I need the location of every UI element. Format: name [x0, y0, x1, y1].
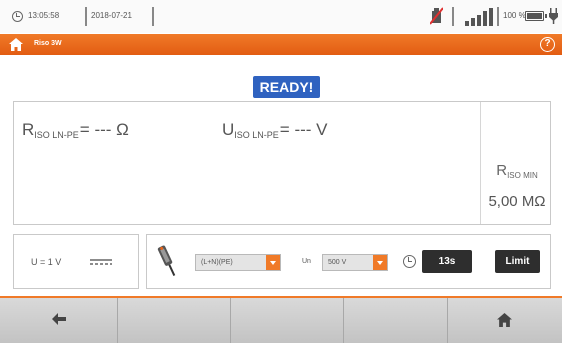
title-bar: Riso 3W ? — [0, 34, 562, 55]
clock-icon — [12, 11, 23, 22]
status-date: 2018-07-21 — [91, 11, 132, 20]
settings-panel: (L+N)(PE) Un 500 V 13s Limit — [146, 234, 551, 289]
riso-reading: RISO LN-PE= --- Ω — [22, 120, 129, 140]
panel-divider — [480, 102, 481, 224]
charging-plug-icon — [549, 8, 558, 24]
uiso-symbol: U — [222, 120, 235, 139]
riso-value: = --- Ω — [79, 120, 129, 139]
nav-button-4[interactable] — [344, 298, 448, 343]
riso-min-value: 5,00 MΩ — [488, 193, 546, 210]
back-button[interactable] — [0, 298, 118, 343]
home-icon[interactable] — [9, 38, 23, 51]
uiso-subscript: ISO LN-PE — [234, 130, 279, 140]
chevron-down-icon — [373, 255, 387, 270]
bottom-nav — [0, 298, 562, 343]
status-bar: 13:05:58 2018-07-21 100 % — [0, 0, 562, 33]
home-button[interactable] — [448, 298, 562, 343]
status-divider — [85, 7, 87, 26]
uiso-reading: UISO LN-PE= --- V — [222, 120, 328, 140]
back-arrow-icon — [52, 313, 66, 325]
un-voltage-value: 500 V — [328, 259, 347, 266]
connection-mode-select[interactable]: (L+N)(PE) — [195, 254, 281, 271]
status-time: 13:05:58 — [28, 11, 60, 20]
status-divider — [497, 7, 499, 26]
page-title: Riso 3W — [34, 40, 62, 47]
usb-disconnected-icon — [430, 7, 443, 25]
riso-min-symbol: R — [496, 162, 508, 179]
signal-strength-icon — [465, 8, 493, 26]
battery-percent: 100 % — [503, 11, 526, 20]
voltage-panel: U = 1 V — [13, 234, 139, 289]
clock-icon — [403, 255, 416, 268]
nav-button-3[interactable] — [231, 298, 344, 343]
status-divider — [452, 7, 454, 26]
measurement-time-button[interactable]: 13s — [422, 250, 472, 273]
nav-button-2[interactable] — [118, 298, 231, 343]
help-icon[interactable]: ? — [540, 37, 555, 52]
measurement-panel: RISO LN-PE= --- Ω UISO LN-PE= --- V RISO… — [13, 101, 551, 225]
un-label: Un — [302, 258, 311, 265]
battery-icon — [525, 11, 547, 21]
probe-icon — [157, 245, 176, 277]
limit-button[interactable]: Limit — [495, 250, 540, 273]
dc-voltage-icon — [90, 259, 112, 265]
riso-min-subscript: ISO MIN — [507, 171, 538, 180]
home-icon — [497, 313, 512, 327]
uiso-value: = --- V — [279, 120, 328, 139]
status-divider — [152, 7, 154, 26]
riso-symbol: R — [22, 120, 35, 139]
connection-mode-value: (L+N)(PE) — [201, 259, 233, 266]
chevron-down-icon — [266, 255, 280, 270]
riso-min-label: RISO MIN — [482, 162, 552, 180]
voltage-reading: U = 1 V — [31, 257, 62, 267]
status-badge: READY! — [253, 76, 320, 98]
riso-subscript: ISO LN-PE — [34, 130, 79, 140]
un-voltage-select[interactable]: 500 V — [322, 254, 388, 271]
